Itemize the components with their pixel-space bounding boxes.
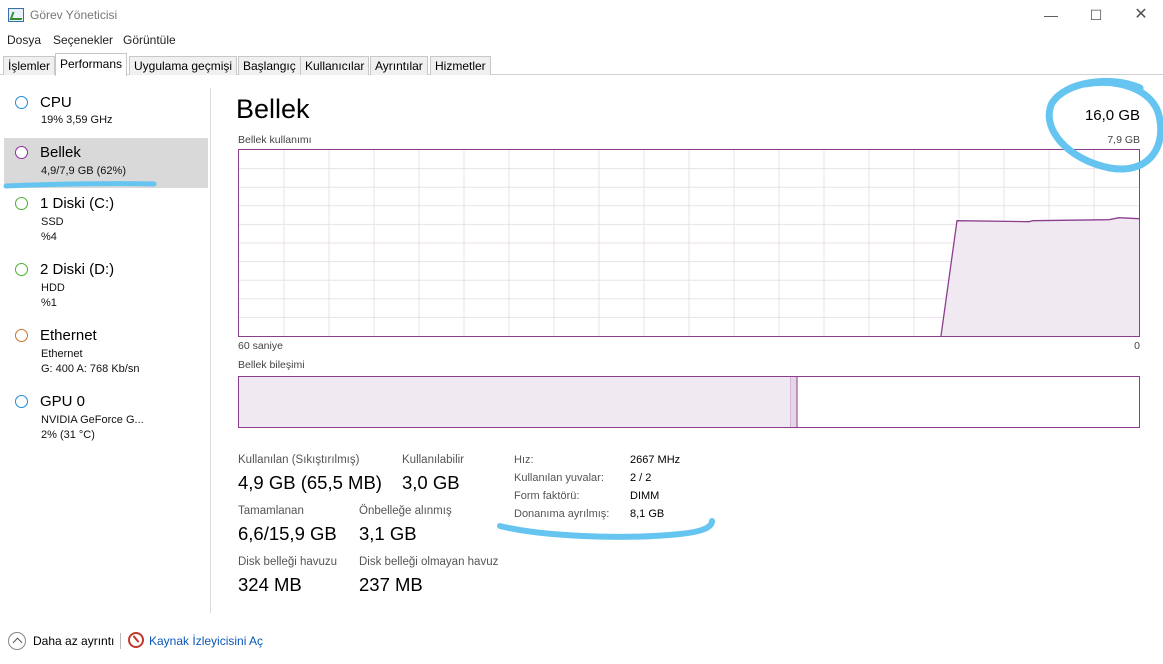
sidebar-item-ethernet[interactable]: Ethernet Ethernet G: 400 A: 768 Kb/sn	[4, 321, 208, 385]
form-factor-value: DIMM	[630, 490, 660, 502]
time-axis-end: 0	[1134, 340, 1140, 352]
time-axis-start: 60 saniye	[238, 340, 283, 352]
sidebar-item-gpu[interactable]: GPU 0 NVIDIA GeForce G... 2% (31 °C)	[4, 387, 208, 451]
available-value: 3,0 GB	[402, 472, 460, 493]
resource-monitor-icon	[128, 632, 144, 648]
sidebar-item-label: CPU	[40, 94, 72, 111]
gpu-status-icon	[15, 395, 28, 408]
window-title: Görev Yöneticisi	[30, 8, 118, 22]
open-resource-monitor-link[interactable]: Kaynak İzleyicisini Aç	[149, 634, 263, 648]
sidebar-item-label: GPU 0	[40, 393, 86, 410]
committed-value: 6,6/15,9 GB	[238, 523, 337, 544]
cached-value: 3,1 GB	[359, 523, 417, 544]
sidebar-item-cpu[interactable]: CPU 19% 3,59 GHz	[4, 88, 208, 136]
sidebar-item-detail: 4,9/7,9 GB (62%)	[41, 165, 126, 177]
tab-users[interactable]: Kullanıcılar	[300, 56, 370, 75]
memory-usage-chart	[239, 150, 1140, 337]
disk-status-icon	[15, 197, 28, 210]
hardware-reserved-underline-annotation	[497, 518, 715, 540]
sidebar-item-detail: NVIDIA GeForce G...	[41, 414, 144, 426]
nonpaged-pool-value: 237 MB	[359, 574, 423, 595]
sidebar-item-detail: HDD	[41, 282, 65, 294]
sidebar-item-detail: G: 400 A: 768 Kb/sn	[41, 363, 140, 375]
usage-graph-label: Bellek kullanımı	[238, 134, 312, 146]
title-bar: Görev Yöneticisi — ☐ ✕	[0, 0, 1163, 30]
sidebar-item-label: 1 Diski (C:)	[40, 195, 115, 212]
tab-performance[interactable]: Performans	[55, 53, 128, 76]
task-manager-icon	[8, 8, 24, 22]
form-factor-label: Form faktörü:	[514, 490, 580, 502]
paged-pool-value: 324 MB	[238, 574, 302, 595]
maximize-button[interactable]: ☐	[1081, 4, 1111, 26]
performance-sidebar: CPU 19% 3,59 GHz Bellek 4,9/7,9 GB (62%)…	[0, 88, 211, 613]
sidebar-item-label: 2 Diski (D:)	[40, 261, 115, 278]
available-label: Kullanılabilir	[402, 454, 465, 466]
used-label: Kullanılan (Sıkıştırılmış)	[238, 454, 360, 466]
tab-app-history[interactable]: Uygulama geçmişi	[129, 56, 238, 75]
memory-usage-area	[941, 217, 1139, 336]
memory-composition-bar	[238, 376, 1140, 428]
cached-label: Önbelleğe alınmış	[359, 505, 452, 517]
composition-modified	[791, 377, 797, 427]
paged-pool-label: Disk belleği havuzu	[238, 556, 338, 568]
menu-file[interactable]: Dosya	[7, 33, 41, 47]
memory-usage-graph	[238, 149, 1140, 337]
sidebar-item-detail: %4	[41, 231, 57, 243]
sidebar-item-detail: %1	[41, 297, 57, 309]
used-value: 4,9 GB (65,5 MB)	[238, 472, 382, 493]
speed-label: Hız:	[514, 454, 534, 466]
ethernet-status-icon	[15, 329, 28, 342]
composition-in-use	[239, 377, 791, 427]
disk-status-icon	[15, 263, 28, 276]
total-memory: 16,0 GB	[1084, 107, 1140, 124]
sidebar-item-detail: 2% (31 °C)	[41, 429, 95, 441]
hardware-reserved-label: Donanıma ayrılmış:	[514, 508, 610, 520]
slots-label: Kullanılan yuvalar:	[514, 472, 604, 484]
sidebar-item-label: Bellek	[40, 144, 81, 161]
minimize-button[interactable]: —	[1036, 4, 1066, 26]
slots-value: 2 / 2	[630, 472, 652, 484]
usage-graph-max: 7,9 GB	[1107, 134, 1140, 146]
nonpaged-pool-label: Disk belleği olmayan havuz	[359, 556, 499, 568]
memory-composition-chart	[239, 377, 798, 427]
tab-services[interactable]: Hizmetler	[430, 56, 491, 75]
tab-details[interactable]: Ayrıntılar	[370, 56, 428, 75]
page-title: Bellek	[236, 94, 310, 124]
sidebar-item-memory[interactable]: Bellek 4,9/7,9 GB (62%)	[4, 138, 208, 188]
footer-divider	[120, 633, 121, 649]
sidebar-item-label: Ethernet	[40, 327, 97, 344]
footer-bar: Daha az ayrıntı Kaynak İzleyicisini Aç	[0, 628, 1163, 658]
fewer-details-button[interactable]: Daha az ayrıntı	[33, 634, 114, 648]
committed-label: Tamamlanan	[238, 505, 304, 517]
sidebar-item-disk-d[interactable]: 2 Diski (D:) HDD %1	[4, 255, 208, 319]
tab-bar: İşlemler Performans Uygulama geçmişi Baş…	[0, 53, 1163, 76]
menu-options[interactable]: Seçenekler	[53, 33, 113, 47]
sidebar-item-disk-c[interactable]: 1 Diski (C:) SSD %4	[4, 189, 208, 253]
tab-processes[interactable]: İşlemler	[3, 56, 56, 75]
close-button[interactable]: ✕	[1126, 4, 1156, 26]
cpu-status-icon	[15, 96, 28, 109]
sidebar-item-detail: Ethernet	[41, 348, 83, 360]
memory-status-icon	[15, 146, 28, 159]
hardware-reserved-value: 8,1 GB	[630, 508, 665, 520]
chevron-up-icon[interactable]	[8, 632, 26, 650]
sidebar-item-detail: SSD	[41, 216, 64, 228]
composition-label: Bellek bileşimi	[238, 359, 305, 371]
sidebar-item-detail: 19% 3,59 GHz	[41, 114, 113, 126]
speed-value: 2667 MHz	[630, 454, 681, 466]
menu-view[interactable]: Görüntüle	[123, 33, 176, 47]
tab-startup[interactable]: Başlangıç	[238, 56, 301, 75]
